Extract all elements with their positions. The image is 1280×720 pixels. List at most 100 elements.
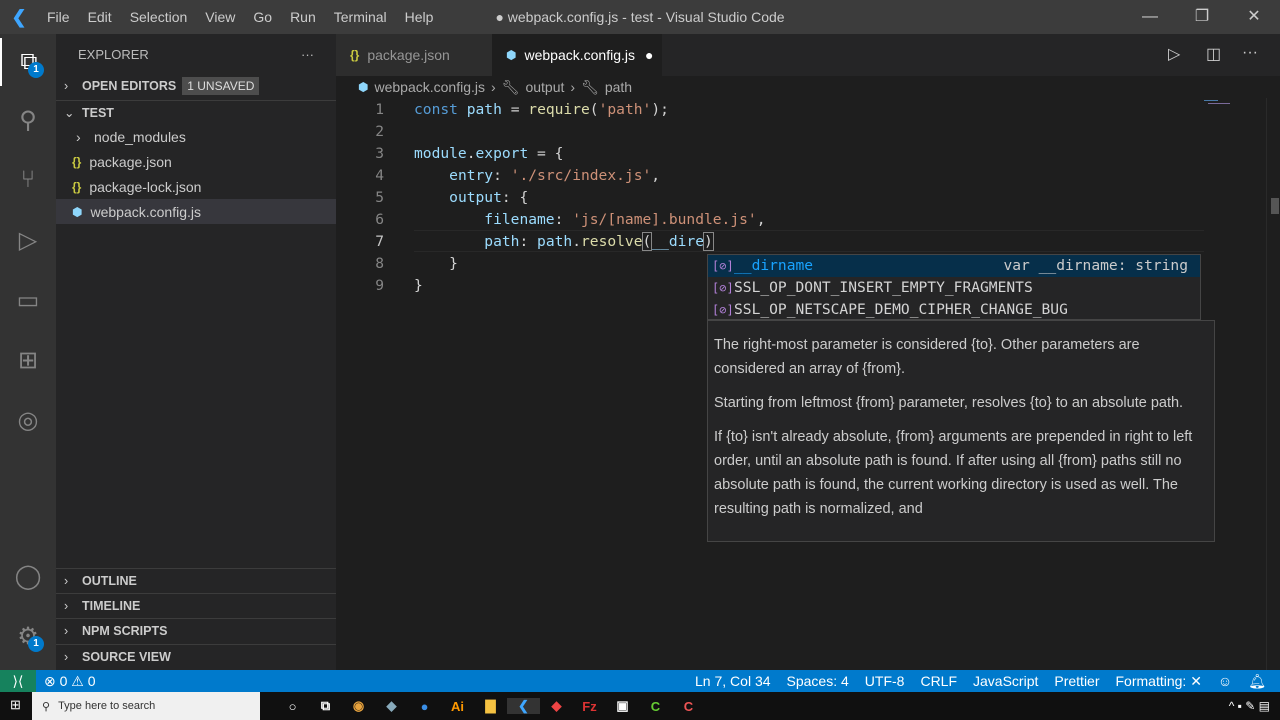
indentation[interactable]: Spaces: 4 bbox=[779, 673, 857, 689]
language-mode[interactable]: JavaScript bbox=[965, 673, 1046, 689]
suggest-widget: [⊘] __dirname var __dirname: string [⊘] SSL… bbox=[707, 254, 1201, 320]
terminal-icon[interactable]: ▣ bbox=[606, 698, 639, 714]
more-actions-icon[interactable]: ··· bbox=[1242, 44, 1258, 62]
timeline-section[interactable]: › TIMELINE bbox=[56, 593, 336, 618]
suggestion-dirname[interactable]: [⊘] __dirname var __dirname: string bbox=[708, 255, 1200, 277]
tree-item-node-modules[interactable]: › node_modules bbox=[56, 124, 336, 149]
more-actions-icon[interactable]: ··· bbox=[301, 47, 314, 62]
outline-section[interactable]: › OUTLINE bbox=[56, 568, 336, 593]
cursor-position[interactable]: Ln 7, Col 34 bbox=[687, 673, 779, 689]
run-icon[interactable]: ▷ bbox=[1168, 44, 1180, 64]
filezilla-icon[interactable]: Fz bbox=[573, 699, 606, 714]
encoding[interactable]: UTF-8 bbox=[857, 673, 913, 689]
unsaved-dot-icon[interactable]: ● bbox=[645, 47, 653, 63]
minimize-button[interactable]: — bbox=[1124, 0, 1176, 34]
prettier-status[interactable]: Prettier bbox=[1046, 673, 1107, 689]
folder-label: TEST bbox=[82, 105, 114, 120]
title-bar: ❮ File Edit Selection View Go Run Termin… bbox=[0, 0, 1280, 34]
editor-scrollbar[interactable] bbox=[1266, 98, 1280, 670]
feedback-icon[interactable]: ☺ bbox=[1210, 673, 1240, 689]
suggestion-detail: var __dirname: string bbox=[1003, 257, 1188, 274]
app-c-red-icon[interactable]: C bbox=[672, 699, 705, 714]
folder-test[interactable]: ⌄ TEST bbox=[56, 100, 336, 124]
section-label: OUTLINE bbox=[82, 574, 137, 588]
search-icon[interactable]: ⚲ bbox=[0, 96, 56, 144]
illustrator-icon[interactable]: Ai bbox=[441, 699, 474, 714]
settings-badge: 1 bbox=[28, 636, 44, 652]
line-number: 8 bbox=[375, 255, 384, 272]
account-icon[interactable]: ◯ bbox=[0, 552, 56, 600]
file-label: package-lock.json bbox=[89, 178, 202, 195]
tab-package-json[interactable]: {} package.json bbox=[336, 34, 492, 76]
vscode-logo-icon: ❮ bbox=[11, 6, 27, 27]
code-line: 7 path: path.resolve(__dire) bbox=[336, 231, 1196, 253]
code-line: 2 bbox=[336, 121, 1196, 143]
tree-item-webpack-config[interactable]: ⬢ webpack.config.js bbox=[56, 199, 336, 224]
chevron-right-icon: › bbox=[570, 79, 576, 95]
section-label: NPM SCRIPTS bbox=[82, 624, 168, 638]
menu-view[interactable]: View bbox=[196, 9, 244, 25]
file-label: package.json bbox=[89, 153, 172, 170]
app-icon[interactable]: ◆ bbox=[375, 698, 408, 714]
breadcrumb-output[interactable]: output bbox=[525, 79, 564, 95]
menu-go[interactable]: Go bbox=[244, 9, 281, 25]
app-c-green-icon[interactable]: C bbox=[639, 699, 672, 714]
restore-button[interactable]: ❐ bbox=[1176, 0, 1228, 34]
cortana-icon[interactable]: ○ bbox=[276, 699, 309, 714]
notifications-bell-icon[interactable]: 🔔︎ bbox=[1240, 673, 1274, 690]
source-view-section[interactable]: › SOURCE VIEW bbox=[56, 644, 336, 669]
tab-webpack-config[interactable]: ⬢ webpack.config.js ● bbox=[492, 34, 662, 76]
wrench-icon: 🔧︎ bbox=[501, 78, 520, 95]
menu-edit[interactable]: Edit bbox=[79, 9, 121, 25]
extensions-icon[interactable]: ⊞ bbox=[0, 336, 56, 384]
explorer-icon[interactable]: ⧉ 1 bbox=[0, 38, 56, 86]
remote-explorer-icon[interactable]: ▭ bbox=[0, 276, 56, 324]
taskbar-search[interactable]: ⚲ Type here to search bbox=[32, 692, 260, 720]
tree-item-package-json[interactable]: {} package.json bbox=[56, 149, 336, 174]
suggestion-documentation: The right-most parameter is considered {… bbox=[707, 320, 1215, 542]
app-icon[interactable]: ● bbox=[408, 699, 441, 714]
split-editor-icon[interactable]: ◫ bbox=[1206, 44, 1221, 64]
vscode-taskbar-icon[interactable]: ❮ bbox=[507, 698, 540, 714]
line-number: 3 bbox=[375, 145, 384, 162]
tree-item-package-lock-json[interactable]: {} package-lock.json bbox=[56, 174, 336, 199]
line-ending[interactable]: CRLF bbox=[912, 673, 965, 689]
warning-count: 0 bbox=[87, 672, 96, 689]
system-tray[interactable]: ^ ▪ ✎ ▤ bbox=[1229, 699, 1270, 713]
doc-paragraph: If {to} isn't already absolute, {from} a… bbox=[714, 429, 1193, 517]
task-view-icon[interactable]: ⧉ bbox=[309, 698, 342, 714]
variable-icon: [⊘] bbox=[712, 281, 734, 295]
windows-start-icon[interactable]: ⊞ bbox=[10, 697, 21, 713]
line-number: 5 bbox=[375, 189, 384, 206]
problems-indicator[interactable]: ⊗ 0 ⚠ 0 bbox=[36, 673, 104, 690]
settings-gear-icon[interactable]: ⚙ 1 bbox=[0, 612, 56, 660]
remote-icon[interactable]: ⟩⟨ bbox=[0, 670, 36, 692]
menu-run[interactable]: Run bbox=[281, 9, 325, 25]
source-control-icon[interactable]: ⑂ bbox=[0, 156, 56, 204]
suggestion-ssl-op-netscape[interactable]: [⊘] SSL_OP_NETSCAPE_DEMO_CIPHER_CHANGE_BU… bbox=[708, 299, 1200, 321]
line-number: 9 bbox=[375, 277, 384, 294]
git-icon[interactable]: ◆ bbox=[540, 698, 573, 714]
breadcrumb-file[interactable]: webpack.config.js bbox=[374, 79, 485, 95]
breadcrumb-path[interactable]: path bbox=[605, 79, 632, 95]
gitlens-icon[interactable]: ◎ bbox=[0, 396, 56, 444]
webpack-file-icon: ⬢ bbox=[506, 48, 517, 62]
suggestion-label: __dirname bbox=[734, 257, 814, 274]
close-button[interactable]: ✕ bbox=[1228, 0, 1280, 34]
menu-selection[interactable]: Selection bbox=[121, 9, 197, 25]
line-number: 6 bbox=[375, 211, 384, 228]
file-explorer-icon[interactable]: ▇ bbox=[474, 698, 507, 714]
chrome-icon[interactable]: ◉ bbox=[342, 698, 375, 714]
suggestion-ssl-op-dont-insert[interactable]: [⊘] SSL_OP_DONT_INSERT_EMPTY_FRAGMENTS bbox=[708, 277, 1200, 299]
open-editors-section[interactable]: › OPEN EDITORS 1 UNSAVED bbox=[56, 74, 336, 98]
menu-file[interactable]: File bbox=[38, 9, 79, 25]
status-bar: ⟩⟨ ⊗ 0 ⚠ 0 Ln 7, Col 34 Spaces: 4 UTF-8 … bbox=[0, 670, 1280, 692]
json-file-icon: {} bbox=[72, 154, 82, 169]
tab-label: webpack.config.js bbox=[524, 47, 635, 63]
formatting-status[interactable]: Formatting: ✕ bbox=[1108, 673, 1210, 690]
menu-terminal[interactable]: Terminal bbox=[325, 9, 396, 25]
menu-help[interactable]: Help bbox=[396, 9, 443, 25]
run-debug-icon[interactable]: ▷ bbox=[0, 216, 56, 264]
npm-scripts-section[interactable]: › NPM SCRIPTS bbox=[56, 618, 336, 643]
minimap[interactable] bbox=[1200, 98, 1240, 108]
